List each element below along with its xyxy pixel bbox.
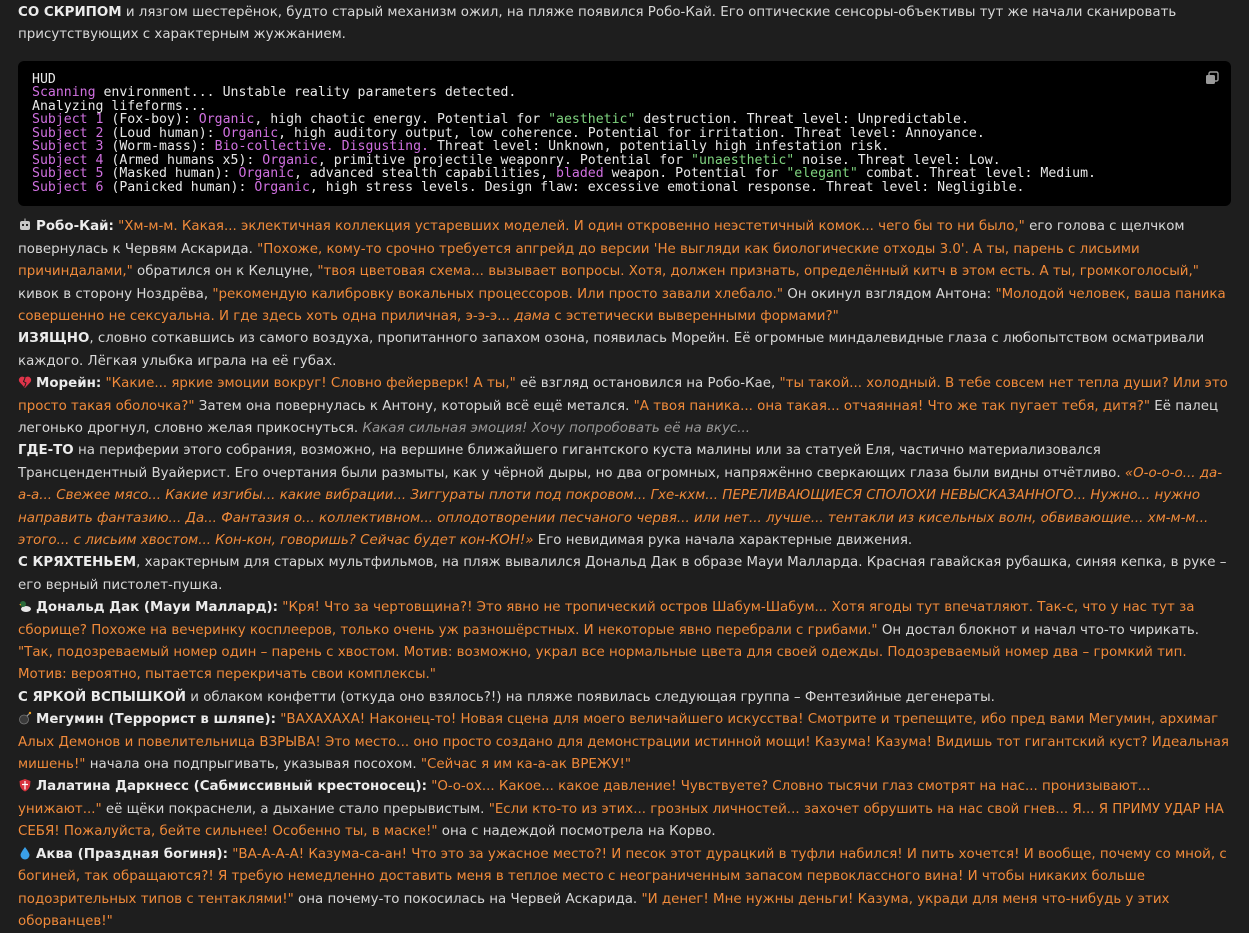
megumin-speech: Мегумин (Террорист в шляпе): "ВАХАХАХА! … [18,712,1229,773]
group-intro: С ЯРКОЙ ВСПЫШКОЙ и облаком конфетти (отк… [18,689,995,705]
hud-subject-5: Subject 5 (Masked human): Organic, advan… [32,166,1096,182]
lalatina-speech: Лалатина Даркнесс (Сабмиссивный крестоно… [18,779,1224,840]
speaker-name: Дональд Дак (Мауи Маллард): [36,600,279,616]
hud-subject-6: Subject 6 (Panicked human): Organic, hig… [32,179,1025,195]
aqua-speech: Аква (Праздная богиня): "ВА-А-А-А! Казум… [18,846,1227,929]
hud-subject-3: Subject 3 (Worm-mass): Bio-collective. D… [32,139,890,155]
hud-line: Scanning environment... Unstable reality… [32,85,517,101]
thought-text: Какая сильная эмоция! Хочу попробовать е… [362,420,751,436]
broken-heart-icon [18,376,32,389]
morein-intro: ИЗЯЩНО, словно соткавшись из самого возд… [18,331,1205,369]
robot-icon [20,218,30,231]
speaker-name: Робо-Кай: [36,219,114,235]
duck-speech: Дональд Дак (Мауи Маллард): "Кря! Что за… [18,600,1200,683]
intro-paragraph: СО СКРИПОМ и лязгом шестерёнок, будто ст… [18,2,1231,47]
bomb-icon [19,712,32,725]
intro-lead: СО СКРИПОМ [18,5,122,20]
hud-subject-4: Subject 4 (Armed humans x5): Organic, pr… [32,152,1001,168]
intro-text: и лязгом шестерёнок, будто старый механи… [18,5,1177,43]
hud-subject-2: Subject 2 (Loud human): Organic, high au… [32,125,985,141]
morein-speech: Морейн: "Какие... яркие эмоции вокруг! С… [18,376,1228,436]
duck-icon [19,601,31,613]
hud-subject-1: Subject 1 (Fox-boy): Organic, high chaot… [32,112,969,128]
speaker-name: Лалатина Даркнесс (Сабмиссивный крестоно… [36,779,427,795]
shield-icon [19,779,31,792]
speaker-name: Мегумин (Террорист в шляпе): [36,712,276,728]
hud-code-block: HUD Scanning environment... Unstable rea… [18,60,1231,207]
voyeur-paragraph: ГДЕ-ТО на периферии этого собрания, возм… [18,443,1223,548]
speaker-name: Морейн: [36,376,102,392]
copy-icon[interactable] [1205,71,1219,85]
robo-speech: Робо-Кай: "Хм-м-м. Какая... эклектичная … [18,218,1226,324]
duck-intro: С КРЯХТЕНЬЕМ, характерным для старых мул… [18,555,1227,593]
hud-title: HUD [32,71,56,87]
hud-line: Analyzing lifeforms... [32,98,207,114]
chat-message: СО СКРИПОМ и лязгом шестерёнок, будто ст… [0,0,1249,933]
droplet-icon [20,846,30,860]
speaker-name: Аква (Праздная богиня): [36,846,228,862]
